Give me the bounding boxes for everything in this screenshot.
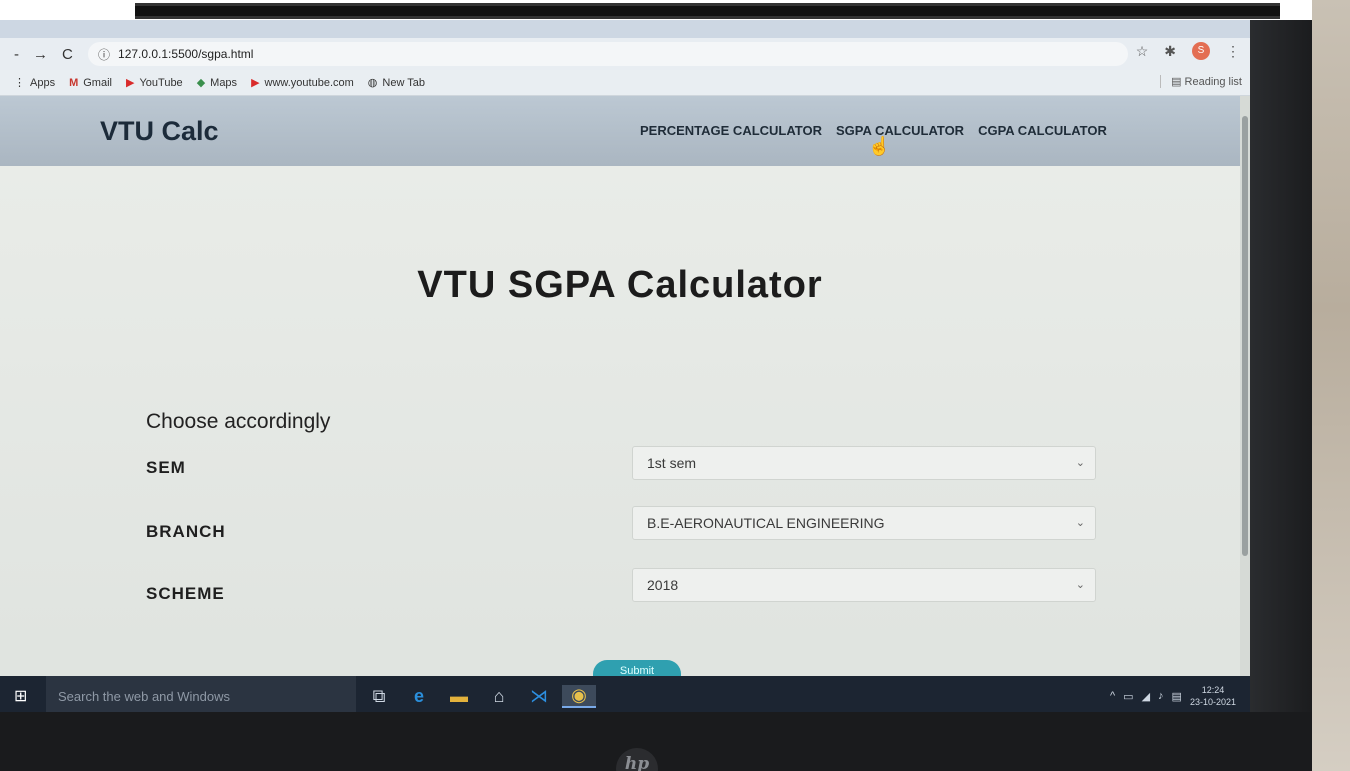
sem-value: 1st sem bbox=[647, 455, 697, 471]
taskbar-search[interactable]: Search the web and Windows bbox=[46, 676, 356, 712]
reading-list-label: Reading list bbox=[1184, 76, 1242, 88]
chevron-down-icon: ⌄ bbox=[1075, 457, 1085, 469]
globe-icon: ◍ bbox=[367, 77, 378, 89]
tray-chevron-up-icon[interactable]: ^ bbox=[1110, 690, 1115, 702]
nav-sgpa-calculator[interactable]: SGPA CALCULATOR bbox=[836, 123, 964, 138]
windows-taskbar: ⊞ Search the web and Windows ⧉ e ▬ ⌂ ⋊ ◉… bbox=[0, 676, 1250, 712]
nav-percentage-calculator[interactable]: PERCENTAGE CALCULATOR bbox=[640, 123, 822, 138]
reading-list-icon: ▤ bbox=[1171, 76, 1185, 88]
page-title: VTU SGPA Calculator bbox=[417, 264, 823, 306]
back-icon[interactable]: - bbox=[14, 46, 19, 63]
bookmark-new-tab[interactable]: ◍ New Tab bbox=[367, 76, 426, 90]
photo-top-strip bbox=[0, 0, 1312, 20]
store-bag-icon[interactable]: ⌂ bbox=[482, 686, 516, 707]
laptop-screen: - → C ⓘ 127.0.0.1:5500/sgpa.html ☆ ✱ S ⋮… bbox=[0, 20, 1250, 712]
site-brand[interactable]: VTU Calc bbox=[100, 116, 219, 147]
bookmark-label: Gmail bbox=[83, 76, 112, 89]
network-icon[interactable]: ◢ bbox=[1142, 690, 1150, 703]
bookmark-label: www.youtube.com bbox=[264, 76, 354, 89]
bookmark-label: Maps bbox=[210, 76, 238, 89]
site-header: VTU Calc PERCENTAGE CALCULATOR SGPA CALC… bbox=[0, 96, 1250, 166]
scheme-label: SCHEME bbox=[146, 584, 225, 603]
browser-toolbar: - → C ⓘ 127.0.0.1:5500/sgpa.html ☆ ✱ S ⋮ bbox=[0, 38, 1250, 70]
volume-icon[interactable]: ♪ bbox=[1158, 690, 1164, 702]
bookmark-youtube[interactable]: ▶ YouTube bbox=[125, 76, 183, 90]
profile-avatar[interactable]: S bbox=[1192, 42, 1210, 60]
bookmark-youtube-com[interactable]: ▶ www.youtube.com bbox=[251, 76, 354, 90]
gmail-icon: M bbox=[69, 76, 79, 89]
bookmark-label: Apps bbox=[30, 76, 56, 89]
sem-label: SEM bbox=[146, 458, 186, 477]
bookmark-apps[interactable]: ⋮ Apps bbox=[14, 76, 56, 90]
youtube-icon: ▶ bbox=[125, 77, 135, 89]
branch-select[interactable]: B.E-AERONAUTICAL ENGINEERING ⌄ bbox=[632, 506, 1096, 540]
toolbar-actions: ☆ ✱ S ⋮ bbox=[1136, 42, 1240, 60]
file-explorer-icon[interactable]: ▬ bbox=[442, 686, 476, 707]
hand-pointer-cursor-icon: ☝ bbox=[868, 136, 891, 156]
reading-list-button[interactable]: ▤ Reading list bbox=[1160, 75, 1242, 88]
battery-icon[interactable]: ▭ bbox=[1123, 690, 1133, 703]
maps-icon: ◆ bbox=[196, 77, 206, 89]
nav-cgpa-calculator[interactable]: CGPA CALCULATOR bbox=[978, 123, 1107, 138]
branch-label: BRANCH bbox=[146, 522, 226, 541]
taskbar-search-placeholder: Search the web and Windows bbox=[58, 688, 230, 704]
browser-tab-strip bbox=[0, 20, 1250, 38]
bookmark-label: New Tab bbox=[382, 76, 426, 89]
extensions-puzzle-icon[interactable]: ✱ bbox=[1164, 43, 1176, 60]
clock-time: 12:24 bbox=[1201, 685, 1225, 695]
taskbar-clock[interactable]: 12:24 23-10-2021 bbox=[1190, 684, 1236, 708]
laptop-bezel-right bbox=[1250, 18, 1312, 718]
bookmarks-bar: ⋮ Apps M Gmail ▶ YouTube ◆ Maps ▶ www.yo… bbox=[0, 70, 1250, 96]
url-text: 127.0.0.1:5500/sgpa.html bbox=[118, 47, 254, 61]
vscode-icon[interactable]: ⋊ bbox=[522, 686, 556, 707]
bookmark-maps[interactable]: ◆ Maps bbox=[196, 76, 238, 90]
system-tray: ^ ▭ ◢ ♪ ▤ 12:24 23-10-2021 bbox=[1110, 676, 1236, 712]
clock-date: 23-10-2021 bbox=[1189, 697, 1236, 707]
address-bar[interactable]: ⓘ 127.0.0.1:5500/sgpa.html bbox=[88, 42, 1128, 66]
task-view-icon[interactable]: ⧉ bbox=[362, 686, 396, 707]
scheme-select[interactable]: 2018 ⌄ bbox=[632, 568, 1096, 602]
chevron-down-icon: ⌄ bbox=[1075, 517, 1085, 529]
scheme-value: 2018 bbox=[647, 577, 679, 593]
bookmark-label: YouTube bbox=[139, 76, 183, 89]
scrollbar-thumb[interactable] bbox=[1242, 116, 1248, 556]
forward-arrow-icon[interactable]: → bbox=[33, 46, 48, 63]
choose-accordingly-label: Choose accordingly bbox=[146, 410, 331, 433]
apps-grid-icon: ⋮ bbox=[14, 77, 25, 89]
windows-start-icon[interactable]: ⊞ bbox=[14, 686, 34, 706]
youtube-icon: ▶ bbox=[251, 77, 260, 89]
tab-strip-bar bbox=[135, 3, 1280, 19]
branch-value: B.E-AERONAUTICAL ENGINEERING bbox=[647, 515, 885, 531]
reload-icon[interactable]: C bbox=[62, 46, 73, 63]
star-bookmark-icon[interactable]: ☆ bbox=[1136, 43, 1149, 60]
sem-select[interactable]: 1st sem ⌄ bbox=[632, 446, 1096, 480]
edge-browser-icon[interactable]: e bbox=[402, 686, 436, 707]
chrome-icon[interactable]: ◉ bbox=[562, 684, 596, 708]
info-icon[interactable]: ⓘ bbox=[98, 46, 110, 63]
menu-kebab-icon[interactable]: ⋮ bbox=[1226, 43, 1240, 60]
bookmark-gmail[interactable]: M Gmail bbox=[69, 77, 112, 89]
chevron-down-icon: ⌄ bbox=[1075, 579, 1085, 591]
notification-icon[interactable]: ▤ bbox=[1172, 690, 1182, 703]
page-scrollbar[interactable] bbox=[1240, 96, 1250, 676]
page-content: VTU SGPA Calculator Choose accordingly S… bbox=[0, 166, 1240, 712]
